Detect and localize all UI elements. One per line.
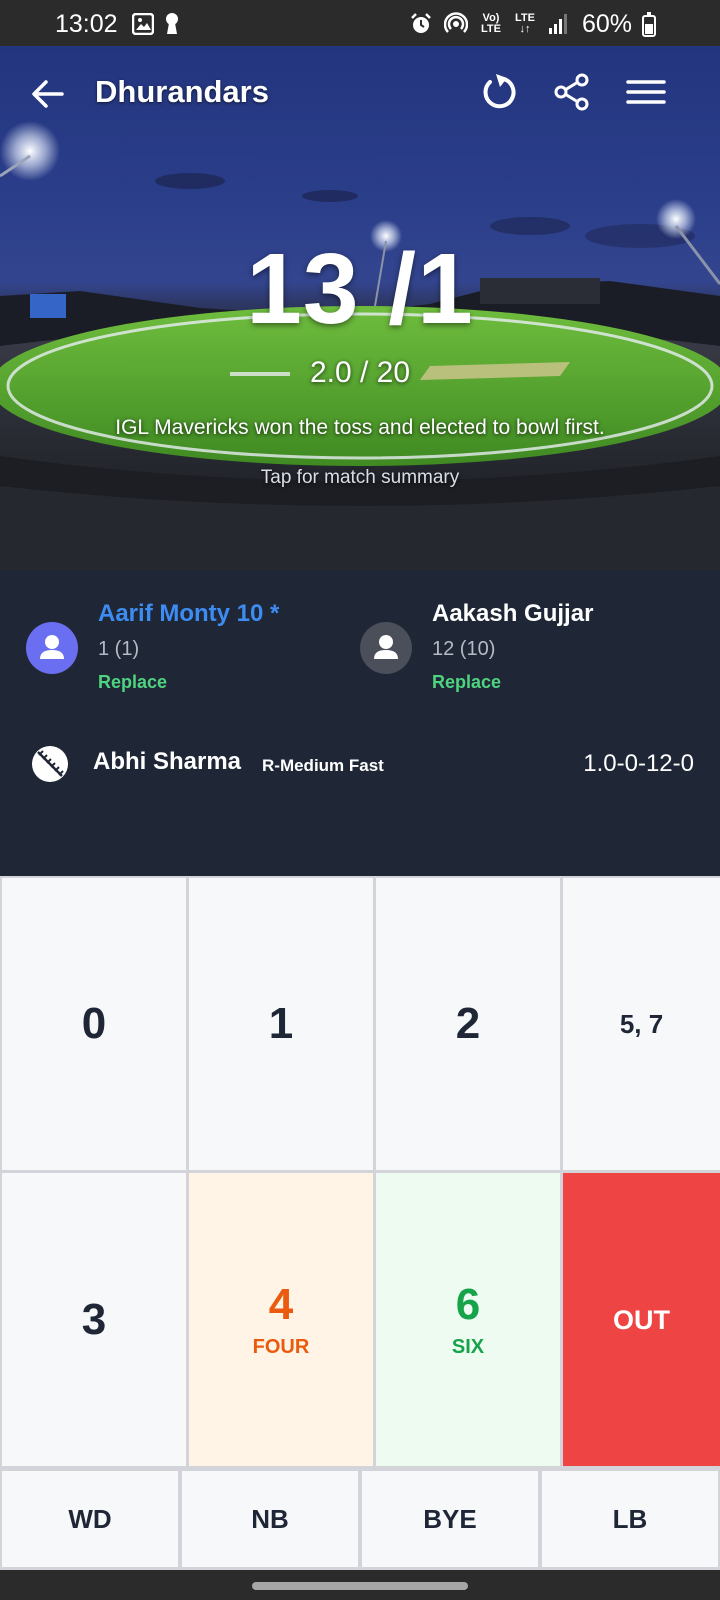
run-other-button[interactable]: 5, 7 bbox=[563, 878, 720, 1170]
extras-row: WD NB BYE LB bbox=[0, 1468, 720, 1570]
bye-button[interactable]: BYE bbox=[362, 1471, 538, 1567]
batter-runs-balls: 12 (10) bbox=[432, 638, 496, 660]
lte-label: LTE ↓↑ bbox=[515, 12, 535, 35]
no-ball-button[interactable]: NB bbox=[182, 1471, 358, 1567]
signal-icon bbox=[549, 14, 567, 34]
bowler-style: R-Medium Fast bbox=[262, 756, 384, 775]
run-2-button[interactable]: 2 bbox=[376, 878, 560, 1170]
players-panel: Aarif Monty 10 * 1 (1) Replace Aakash Gu… bbox=[0, 570, 720, 876]
back-arrow-icon[interactable] bbox=[28, 74, 68, 114]
battery-percent: 60% bbox=[581, 10, 632, 38]
wide-button[interactable]: WD bbox=[2, 1471, 178, 1567]
bowler-row[interactable]: Abhi Sharma R-Medium Fast 1.0-0-12-0 bbox=[0, 742, 720, 786]
keyhole-icon bbox=[166, 13, 178, 34]
hotspot-icon bbox=[444, 12, 468, 33]
replace-non-striker-button[interactable]: Replace bbox=[432, 672, 501, 693]
status-bar: 13:02 Vo) LTE LTE ↓↑ 60% bbox=[0, 0, 720, 46]
person-icon bbox=[26, 622, 78, 674]
leg-bye-button[interactable]: LB bbox=[542, 1471, 718, 1567]
run-3-button[interactable]: 3 bbox=[2, 1173, 186, 1466]
overs-count: 2.0 / 20 bbox=[309, 356, 411, 389]
batter-name: Aarif Monty 10 * bbox=[98, 600, 280, 627]
run-1-button[interactable]: 1 bbox=[189, 878, 373, 1170]
gallery-icon bbox=[132, 13, 154, 35]
system-nav-bar bbox=[0, 1570, 720, 1600]
match-summary-link[interactable]: Tap for match summary bbox=[0, 467, 720, 489]
batter-runs-balls: 1 (1) bbox=[98, 638, 140, 660]
cricket-ball-icon bbox=[32, 746, 68, 782]
undo-icon[interactable] bbox=[476, 70, 520, 114]
replace-striker-button[interactable]: Replace bbox=[98, 672, 167, 693]
app-bar: Dhurandars bbox=[0, 46, 720, 142]
volte-label: Vo) LTE bbox=[481, 12, 501, 35]
person-icon bbox=[360, 622, 412, 674]
batter-name: Aakash Gujjar bbox=[432, 600, 594, 627]
share-icon[interactable] bbox=[552, 72, 592, 112]
out-button[interactable]: OUT bbox=[563, 1173, 720, 1466]
bowler-figures: 1.0-0-12-0 bbox=[583, 750, 694, 777]
scoring-keypad: 0 1 2 5, 7 3 4 FOUR 6 SIX OUT bbox=[0, 876, 720, 1468]
status-time: 13:02 bbox=[55, 10, 118, 38]
team-score: 13 /1 bbox=[246, 233, 474, 345]
match-header[interactable]: Dhurandars 13 /1 2.0 / 20 IGL Mavericks … bbox=[0, 46, 720, 570]
battery-icon bbox=[642, 12, 656, 37]
boundary-six-button[interactable]: 6 SIX bbox=[376, 1173, 560, 1466]
menu-icon[interactable] bbox=[626, 74, 666, 110]
alarm-icon bbox=[411, 13, 431, 33]
home-gesture-handle[interactable] bbox=[252, 1582, 468, 1590]
page-title: Dhurandars bbox=[95, 74, 269, 109]
toss-result: IGL Mavericks won the toss and elected t… bbox=[115, 416, 605, 439]
run-0-button[interactable]: 0 bbox=[2, 878, 186, 1170]
boundary-four-button[interactable]: 4 FOUR bbox=[189, 1173, 373, 1466]
bowler-name: Abhi Sharma bbox=[93, 748, 242, 775]
